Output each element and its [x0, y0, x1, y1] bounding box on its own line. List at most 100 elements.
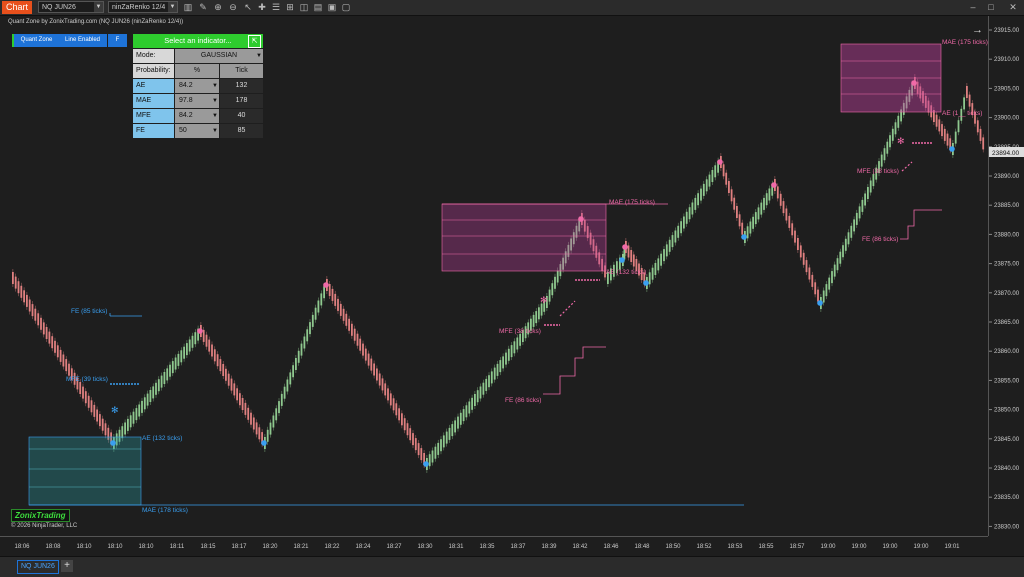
draw-tool-icon[interactable]: ✎ [197, 1, 209, 13]
price-tick-label: 23880.00 [994, 232, 1020, 238]
fe-label-pink-top: FE (86 ticks) [862, 236, 898, 243]
time-tick-label: 18:35 [479, 544, 495, 550]
probability-header: Probability: [133, 64, 174, 78]
time-tick-label: 18:17 [231, 544, 247, 550]
instrument-selector[interactable]: NQ JUN26 ▼ [38, 1, 104, 13]
svg-text:✻: ✻ [540, 295, 548, 305]
time-tick-label: 18:10 [138, 544, 154, 550]
minimize-icon[interactable]: – [966, 0, 980, 14]
current-price-label: 23894.00 [992, 150, 1019, 157]
line-enabled-button[interactable]: Line Enabled [58, 34, 107, 47]
price-tick-label: 23875.00 [994, 262, 1020, 268]
blue-ae-zone [28, 436, 142, 506]
time-tick-label: 18:27 [386, 544, 402, 550]
row-name: MAE [133, 94, 174, 108]
time-tick-label: 18:55 [758, 544, 774, 550]
time-tick-label: 18:30 [417, 544, 433, 550]
time-tick-label: 19:00 [913, 544, 929, 550]
time-tick-label: 18:10 [107, 544, 123, 550]
indicator-selector-label: Select an indicator... [164, 36, 232, 45]
row-name: AE [133, 79, 174, 93]
time-tick-label: 18:46 [603, 544, 619, 550]
mode-select[interactable]: GAUSSIAN ▼ [175, 49, 263, 63]
add-tab-icon[interactable]: + [61, 560, 73, 572]
ae-label-blue: AE (132 ticks) [142, 435, 182, 442]
chevron-down-icon: ▼ [212, 113, 218, 119]
instrument-value: NQ JUN26 [42, 4, 76, 11]
link-icon[interactable]: ▢ [340, 1, 352, 13]
external-link-icon[interactable]: ⇱ [248, 35, 261, 48]
quant-zone-button[interactable]: Quant Zone [12, 34, 59, 47]
time-tick-label: 18:39 [541, 544, 557, 550]
f-button[interactable]: F [108, 34, 127, 47]
pink-mae-zone-mid [441, 203, 607, 272]
bars-icon[interactable]: ▥ [182, 1, 194, 13]
mae-label-pink-top: MAE (175 ticks) [942, 39, 988, 46]
time-tick-label: 18:53 [727, 544, 743, 550]
pct-value: 97.8 [179, 97, 193, 104]
chart-tab[interactable]: Chart [2, 1, 33, 14]
row-name: FE [133, 124, 174, 138]
chevron-down-icon: ▼ [168, 2, 177, 12]
brand-logo: ZonixTrading [11, 509, 70, 522]
instrument-tab[interactable]: NQ JUN26 [17, 560, 59, 574]
price-tick-label: 23915.00 [994, 28, 1020, 34]
zoom-in-icon[interactable]: ⊕ [212, 1, 224, 13]
time-tick-label: 18:37 [510, 544, 526, 550]
price-tick-label: 23855.00 [994, 378, 1020, 384]
price-tick-label: 23850.00 [994, 408, 1020, 414]
price-tick-label: 23890.00 [994, 174, 1020, 180]
time-tick-label: 18:22 [324, 544, 340, 550]
time-tick-label: 18:20 [262, 544, 278, 550]
time-tick-label: 18:52 [696, 544, 712, 550]
template-icon[interactable]: ▤ [312, 1, 324, 13]
time-tick-label: 19:00 [820, 544, 836, 550]
row-name: MFE [133, 109, 174, 123]
time-tick-label: 19:01 [944, 544, 960, 550]
arrow-right-icon[interactable]: → [972, 24, 983, 36]
bar-type-selector[interactable]: ninZaRenko 12/4 ▼ [108, 1, 178, 13]
pct-select[interactable]: 84.2 ▼ [175, 79, 219, 93]
mode-row: Mode: GAUSSIAN ▼ [133, 49, 263, 63]
bottom-tab-bar: NQ JUN26 + [0, 556, 1024, 577]
crosshair-icon[interactable]: ✚ [256, 1, 268, 13]
indicator-selector[interactable]: Select an indicator... ⇱ [133, 34, 263, 48]
time-tick-label: 18:48 [634, 544, 650, 550]
pct-select[interactable]: 97.8 ▼ [175, 94, 219, 108]
tick-value: 178 [220, 94, 263, 108]
pct-select[interactable]: 50 ▼ [175, 124, 219, 138]
prob-row-ae: AE 84.2 ▼ 132 [133, 79, 263, 93]
screenshot-icon[interactable]: ▣ [326, 1, 338, 13]
price-tick-label: 23845.00 [994, 437, 1020, 443]
pct-value: 50 [179, 127, 187, 134]
time-tick-label: 18:57 [789, 544, 805, 550]
zoom-out-icon[interactable]: ⊖ [227, 1, 239, 13]
price-tick-label: 23910.00 [994, 57, 1020, 63]
time-axis[interactable]: 18:06 18:08 18:10 18:10 18:10 18:11 18:15 18:17… [0, 536, 988, 557]
time-tick-label: 18:50 [665, 544, 681, 550]
chart-trader-icon[interactable]: ◫ [298, 1, 310, 13]
mode-value: GAUSSIAN [200, 52, 238, 59]
data-box-icon[interactable]: ⊞ [284, 1, 296, 13]
chevron-down-icon: ▼ [212, 98, 218, 104]
price-axis[interactable]: 23915.0023910.0023905.0023900.0023895.00… [988, 16, 1024, 536]
properties-icon[interactable]: ☰ [270, 1, 282, 13]
pct-header: % [175, 64, 219, 78]
swing-dots: ✻ ✻ ✻ [110, 80, 955, 467]
pointer-icon[interactable]: ↖ [242, 1, 254, 13]
pct-select[interactable]: 84.2 ▼ [175, 109, 219, 123]
bar-type-value: ninZaRenko 12/4 [112, 4, 166, 11]
panel-header-row: Probability: % Tick [133, 64, 263, 78]
ae-label-pink-top: AE (1__ ticks) [942, 110, 982, 117]
close-icon[interactable]: ✕ [1006, 0, 1020, 14]
maximize-icon[interactable]: □ [984, 0, 998, 14]
prob-row-fe: FE 50 ▼ 85 [133, 124, 263, 138]
time-tick-label: 18:06 [14, 544, 30, 550]
time-tick-label: 18:11 [170, 544, 185, 550]
mae-label-blue: MAE (178 ticks) [142, 507, 188, 514]
time-tick-label: 18:08 [45, 544, 61, 550]
price-tick-label: 23900.00 [994, 116, 1020, 122]
tick-header: Tick [220, 64, 263, 78]
probability-panel: Select an indicator... ⇱ Mode: GAUSSIAN ▼ … [133, 34, 263, 138]
price-tick-label: 23870.00 [994, 291, 1020, 297]
